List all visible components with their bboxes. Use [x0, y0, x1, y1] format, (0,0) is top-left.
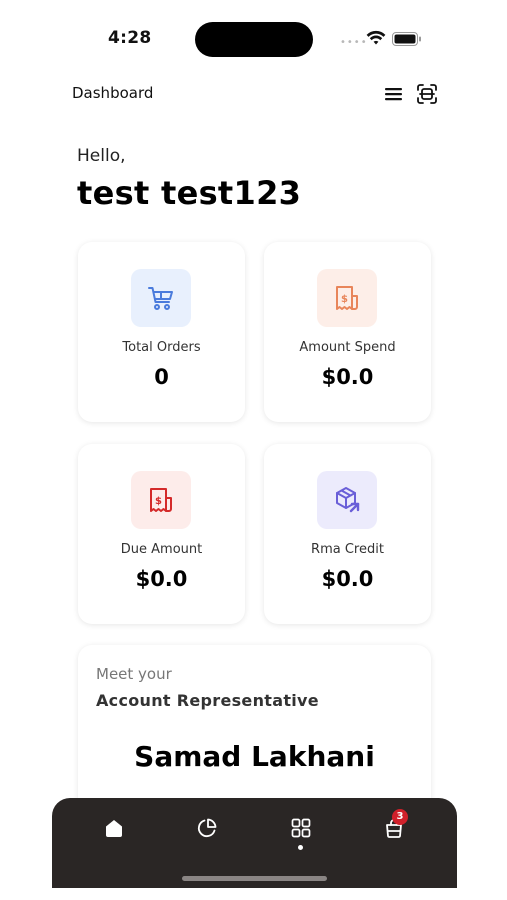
scan-button[interactable] [415, 82, 439, 106]
home-icon [106, 820, 122, 837]
receipt-icon: $ [336, 286, 358, 310]
greeting-text: Hello, [77, 146, 126, 166]
card-icon-container: $ [131, 471, 191, 529]
status-bar: 4:28 •••• [0, 0, 507, 80]
status-time: 4:28 [108, 28, 152, 48]
package-return-icon [336, 487, 360, 513]
nav-dashboard[interactable] [285, 812, 317, 844]
wifi-icon [366, 30, 386, 45]
card-icon-container: $ [317, 269, 377, 327]
scan-icon [417, 84, 437, 104]
svg-text:$: $ [341, 294, 348, 305]
svg-text:$: $ [155, 496, 162, 507]
card-icon-container [317, 471, 377, 529]
cart-badge: 3 [392, 809, 408, 825]
total-orders-card[interactable]: Total Orders 0 [78, 242, 245, 422]
card-value: $0.0 [321, 567, 374, 591]
nav-reports[interactable] [191, 812, 223, 844]
card-label: Due Amount [120, 542, 203, 557]
due-amount-card[interactable]: $ Due Amount $0.0 [78, 444, 245, 624]
rep-name: Samad Lakhani [134, 740, 375, 773]
card-value: $0.0 [135, 567, 188, 591]
card-label: Total Orders [122, 340, 201, 355]
due-receipt-icon: $ [150, 488, 172, 512]
card-value: $0.0 [321, 365, 374, 389]
grid-icon [291, 818, 311, 838]
card-label: Amount Spend [299, 340, 396, 355]
card-label: Rma Credit [311, 542, 384, 557]
amount-spend-card[interactable]: $ Amount Spend $0.0 [264, 242, 431, 422]
app-header: Dashboard [0, 80, 507, 120]
rep-title: Account Representative [96, 691, 319, 710]
pie-chart-icon [197, 818, 217, 838]
signal-icon: •••• [340, 37, 368, 48]
card-value: 0 [154, 365, 169, 389]
user-name: test test123 [77, 174, 302, 212]
nav-home[interactable] [98, 812, 130, 844]
card-icon-container [131, 269, 191, 327]
bottom-nav: 3 [52, 798, 457, 888]
battery-icon [392, 32, 421, 46]
dynamic-island [195, 22, 313, 57]
page-title: Dashboard [72, 84, 154, 102]
cart-icon [148, 287, 173, 310]
active-tab-indicator [298, 845, 303, 850]
menu-button[interactable] [383, 84, 405, 104]
rep-intro-text: Meet your [96, 665, 172, 683]
home-indicator [182, 876, 327, 881]
hamburger-icon [385, 88, 402, 101]
rma-credit-card[interactable]: Rma Credit $0.0 [264, 444, 431, 624]
